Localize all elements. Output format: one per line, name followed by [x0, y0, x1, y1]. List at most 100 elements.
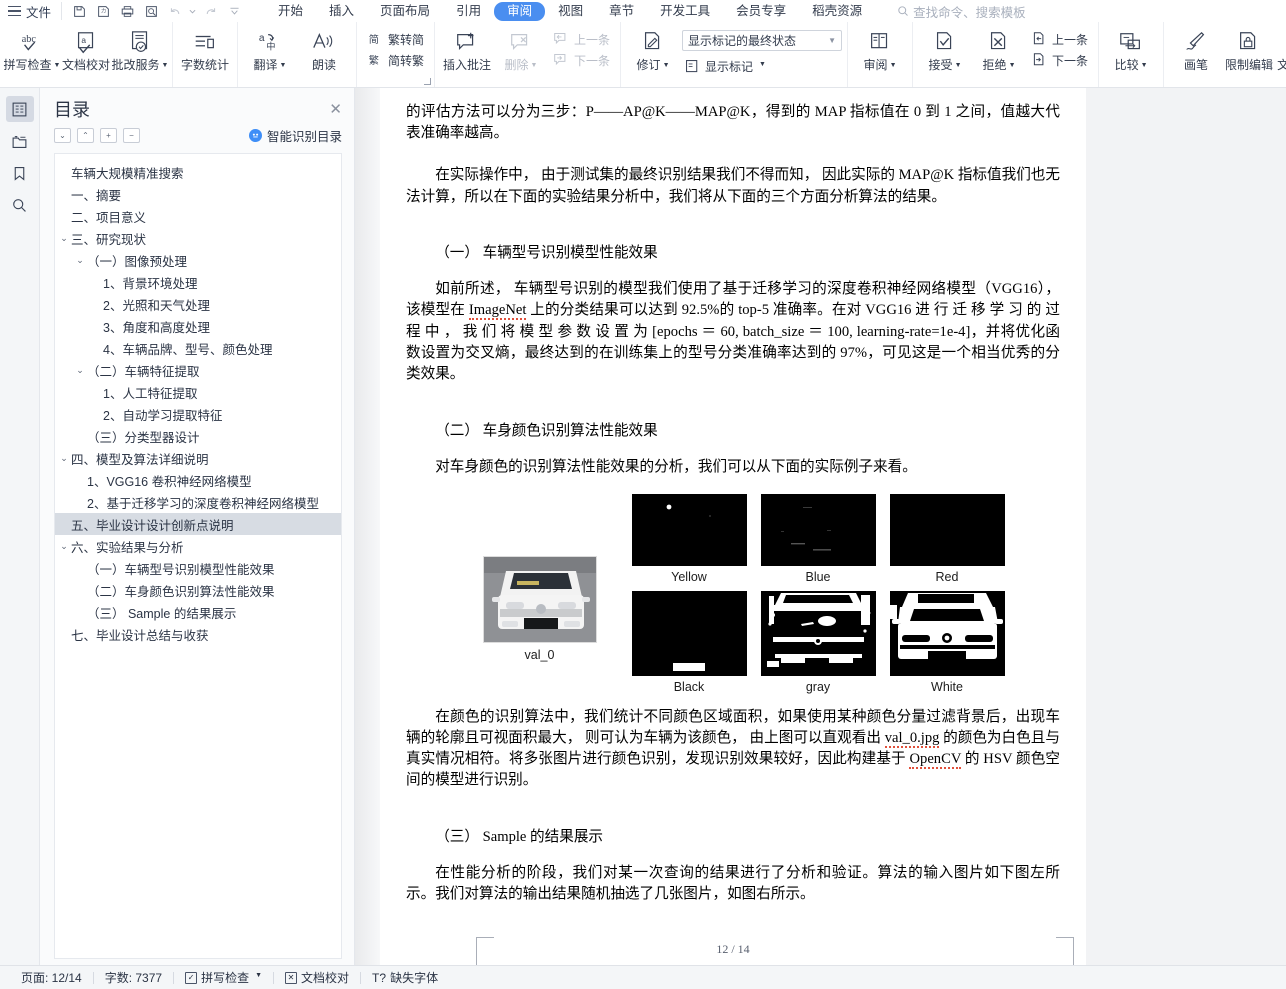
- chevron-down-icon[interactable]: ⌄: [73, 365, 87, 376]
- document-permission-button[interactable]: 文档权限: [1275, 25, 1286, 72]
- customize-icon[interactable]: [223, 2, 245, 20]
- outline-item[interactable]: ⌄ 四、模型及算法详细说明: [55, 447, 341, 469]
- outline-item[interactable]: 一、摘要: [55, 183, 341, 205]
- outline-panel-button[interactable]: [5, 96, 34, 122]
- reject-label: 拒绝: [982, 58, 1007, 72]
- accept-button[interactable]: 接受 ▼: [918, 25, 972, 75]
- tab-daokeziyuan[interactable]: 稻壳资源: [799, 2, 875, 21]
- bookmark-panel-button[interactable]: [6, 160, 34, 186]
- outline-item[interactable]: 七、毕业设计总结与收获: [55, 623, 341, 645]
- tab-kaifagongju[interactable]: 开发工具: [647, 2, 723, 21]
- undo-dropdown-icon[interactable]: [188, 2, 197, 20]
- compare-button[interactable]: 比较 ▼: [1104, 25, 1158, 75]
- outline-item[interactable]: 1、VGG16 卷积神经网络模型: [55, 469, 341, 491]
- collapse-all-button[interactable]: ⌃: [77, 128, 94, 143]
- smart-recognize-toc-button[interactable]: 智能识别目录: [248, 126, 342, 145]
- chevron-down-icon[interactable]: ⌄: [57, 541, 71, 552]
- document-proofread-button[interactable]: a 文档校对: [59, 25, 113, 72]
- markup-state-combobox[interactable]: 显示标记的最终状态 ▼: [682, 30, 843, 51]
- delete-comment-button[interactable]: 删除 ▼: [494, 25, 548, 75]
- tab-yinyong[interactable]: 引用: [443, 2, 494, 21]
- previous-comment-button[interactable]: 上一条: [551, 30, 612, 49]
- tab-zhangjie[interactable]: 章节: [596, 2, 647, 21]
- read-aloud-button[interactable]: 朗读: [297, 25, 351, 72]
- chevron-down-icon[interactable]: ⌄: [57, 233, 71, 244]
- svg-text:中: 中: [266, 41, 275, 52]
- outline-item[interactable]: ⌄ 六、实验结果与分析: [55, 535, 341, 557]
- spellcheck-button[interactable]: abc 拼写检查 ▼: [4, 25, 61, 75]
- reviewing-pane-button[interactable]: 审阅 ▼: [853, 25, 907, 75]
- ribbon-group-language: a中 翻译 ▼ 朗读: [238, 22, 357, 87]
- search-panel-button[interactable]: [6, 192, 34, 218]
- save-as-icon[interactable]: 力: [92, 2, 114, 20]
- tab-huiyuanzhuanxiang[interactable]: 会员专享: [723, 2, 799, 21]
- outline-item[interactable]: 二、项目意义: [55, 205, 341, 227]
- tab-charu[interactable]: 插入: [316, 2, 367, 21]
- dialog-launcher-icon[interactable]: [424, 78, 432, 85]
- simp-to-trad-button[interactable]: 繁 简转繁: [365, 51, 426, 70]
- outline-item[interactable]: ⌄ （二）车辆特征提取: [55, 359, 341, 381]
- next-change-button[interactable]: 下一条: [1029, 51, 1090, 70]
- save-icon[interactable]: [68, 2, 90, 20]
- redo-icon[interactable]: [199, 2, 221, 20]
- previous-change-button[interactable]: 上一条: [1029, 30, 1090, 49]
- outline-item[interactable]: 2、基于迁移学习的深度卷积神经网络模型: [55, 491, 341, 513]
- brush-button[interactable]: 画笔: [1169, 25, 1223, 72]
- tab-yemianbuju[interactable]: 页面布局: [367, 2, 443, 21]
- chevron-down-icon[interactable]: ⌄: [57, 453, 71, 464]
- undo-icon[interactable]: [164, 2, 186, 20]
- outline-item[interactable]: 2、光照和天气处理: [55, 293, 341, 315]
- outline-item[interactable]: （三）分类型器设计: [55, 425, 341, 447]
- outline-list[interactable]: 车辆大规模精准搜索 一、摘要 二、项目意义 ⌄ 三、研究现状 ⌄ （一）图像预处理 1、背景环…: [54, 153, 342, 959]
- chevron-down-icon[interactable]: ⌄: [73, 255, 87, 266]
- tab-shenyue[interactable]: 审阅: [494, 1, 546, 21]
- translate-button[interactable]: a中 翻译 ▼: [243, 25, 297, 75]
- print-icon[interactable]: [116, 2, 138, 20]
- next-comment-button[interactable]: 下一条: [551, 51, 612, 70]
- status-spellcheck[interactable]: ✓ 拼写检查 ▼: [174, 970, 273, 986]
- outline-item[interactable]: 3、角度和高度处理: [55, 315, 341, 337]
- outline-item[interactable]: 车辆大规模精准搜索: [55, 161, 341, 183]
- outline-item[interactable]: 1、人工特征提取: [55, 381, 341, 403]
- insert-comment-button[interactable]: 插入批注: [440, 25, 494, 72]
- close-icon[interactable]: ✕: [329, 102, 342, 117]
- outline-item[interactable]: ⌄ （一）图像预处理: [55, 249, 341, 271]
- mask-cell-black: Black: [625, 590, 754, 701]
- paragraph-1: 的评估方法可以分为三步：P——AP@K——MAP@K，得到的 MAP 指标值在 …: [406, 104, 1060, 142]
- track-changes-button[interactable]: 修订 ▼: [626, 25, 680, 75]
- print-preview-icon[interactable]: [140, 2, 162, 20]
- status-missing-font[interactable]: T? 缺失字体: [361, 970, 449, 986]
- correction-service-button[interactable]: 批改服务 ▼: [112, 25, 168, 75]
- outline-item[interactable]: 4、车辆品牌、型号、颜色处理: [55, 337, 341, 359]
- command-search[interactable]: 查找命令、搜索模板: [897, 2, 1026, 21]
- show-markup-button[interactable]: 显示标记 ▼: [682, 57, 842, 76]
- expand-all-button[interactable]: ⌄: [54, 128, 71, 143]
- outline-item[interactable]: （二）车身颜色识别算法性能效果: [55, 579, 341, 601]
- tab-shitu[interactable]: 视图: [545, 2, 596, 21]
- outline-item[interactable]: 2、自动学习提取特征: [55, 403, 341, 425]
- outline-item[interactable]: （一）车辆型号识别模型性能效果: [55, 557, 341, 579]
- tab-kaishi[interactable]: 开始: [265, 2, 316, 21]
- word-count-button[interactable]: 字数统计: [178, 25, 232, 72]
- outline-item[interactable]: （三） Sample 的结果展示: [55, 601, 341, 623]
- decrease-level-button[interactable]: −: [123, 128, 140, 143]
- trad-to-simp-button[interactable]: 简 繁转简: [365, 30, 426, 49]
- status-word-count[interactable]: 字数: 7377: [94, 970, 173, 986]
- restrict-edit-button[interactable]: 限制编辑: [1223, 25, 1275, 72]
- status-proofread[interactable]: ✕ 文档校对: [274, 970, 360, 986]
- outline-item[interactable]: ⌄ 三、研究现状: [55, 227, 341, 249]
- page-number: 12 / 14: [716, 942, 750, 956]
- folder-panel-button[interactable]: [6, 128, 34, 154]
- increase-level-button[interactable]: +: [100, 128, 117, 143]
- compare-icon: [1118, 28, 1144, 58]
- outline-item[interactable]: 五、毕业设计设计创新点说明: [55, 513, 341, 535]
- track-changes-label: 修订: [636, 58, 661, 72]
- outline-item[interactable]: 1、背景环境处理: [55, 271, 341, 293]
- search-icon: [898, 6, 909, 16]
- reject-button[interactable]: 拒绝 ▼: [972, 25, 1026, 75]
- document-canvas[interactable]: 的评估方法可以分为三步：P——AP@K——MAP@K，得到的 MAP 指标值在 …: [355, 88, 1286, 965]
- status-page-indicator[interactable]: 页面: 12/14: [10, 970, 93, 986]
- spellcheck-check-icon: ✓: [185, 971, 198, 984]
- outline-item-label: 五、毕业设计设计创新点说明: [71, 518, 234, 533]
- file-menu-button[interactable]: 文件: [0, 0, 61, 22]
